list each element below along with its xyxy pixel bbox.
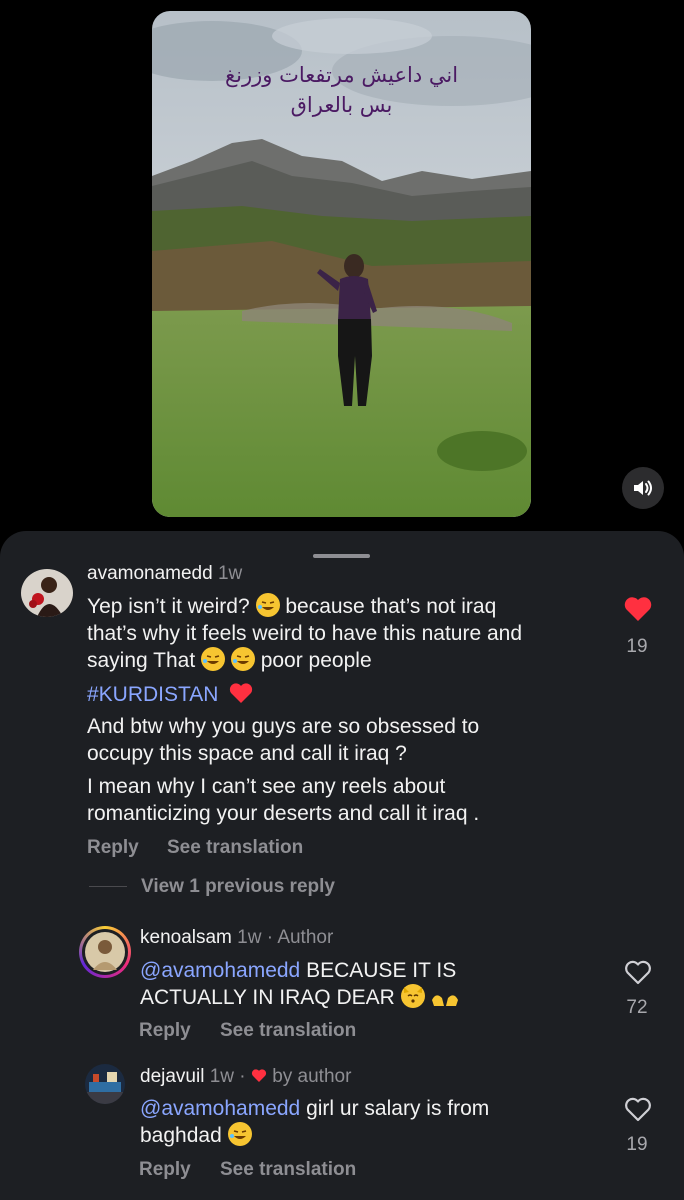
video-caption-line-1: اني داعيش مرتفعات وزرنغ bbox=[224, 63, 459, 87]
comment-username[interactable]: dejavuil 1w · by author bbox=[140, 1066, 351, 1088]
speaker-sound-icon bbox=[634, 480, 652, 496]
comment-time: 1w bbox=[217, 563, 243, 584]
video-caption-line-2: بس بالعراق bbox=[290, 93, 393, 117]
comment-text-line: @avamohamedd girl ur salary is from bbox=[140, 1097, 490, 1120]
reply-button[interactable]: Reply bbox=[139, 1020, 191, 1042]
liked-by-author-tag: by author bbox=[272, 1066, 352, 1087]
heart-outline-icon[interactable] bbox=[623, 1095, 653, 1123]
comment-text-line: saying That poor people bbox=[87, 647, 372, 672]
comment-username[interactable]: avamonamedd 1w bbox=[87, 563, 242, 585]
mention-link[interactable]: @avamohamedd bbox=[140, 1097, 300, 1120]
heart-filled-icon[interactable] bbox=[623, 595, 653, 623]
mute-toggle-button[interactable] bbox=[622, 467, 664, 509]
comment-text-line: occupy this space and call it iraq ? bbox=[87, 742, 407, 765]
red-heart-emoji-icon bbox=[230, 683, 253, 703]
avatar[interactable] bbox=[79, 926, 131, 978]
comments-sheet: avamonamedd 1w Yep isn’t it weird? becau… bbox=[0, 531, 684, 1200]
see-translation-button[interactable]: See translation bbox=[167, 837, 303, 859]
comment-text-line: that’s why it feels weird to have this n… bbox=[87, 622, 523, 645]
like-count: 19 bbox=[626, 636, 648, 657]
reply-button[interactable]: Reply bbox=[87, 837, 139, 859]
comment-text-line: I mean why I can’t see any reels about bbox=[87, 775, 446, 798]
like-count: 19 bbox=[626, 1134, 648, 1155]
comment-time: 1w bbox=[209, 1066, 235, 1087]
reel-video[interactable]: اني داعيش مرتفعات وزرنغ بس بالعراق bbox=[152, 11, 531, 517]
comment-text-line: romanticizing your deserts and call it i… bbox=[87, 802, 480, 825]
reply-button[interactable]: Reply bbox=[139, 1159, 191, 1181]
comment-text-line: @avamohamedd BECAUSE IT IS bbox=[140, 959, 457, 982]
open-hands-emoji-icon bbox=[432, 995, 459, 1006]
kissing-cat-emoji-icon bbox=[400, 984, 425, 1008]
like-count: 72 bbox=[626, 997, 648, 1018]
avatar[interactable] bbox=[85, 1064, 125, 1104]
heart-filled-icon bbox=[251, 1069, 266, 1082]
rofl-emoji-icon bbox=[230, 647, 255, 671]
comment-text-line: Yep isn’t it weird? because that’s not i… bbox=[87, 593, 497, 618]
avatar[interactable] bbox=[21, 569, 73, 617]
see-translation-button[interactable]: See translation bbox=[220, 1020, 356, 1042]
mention-link[interactable]: @avamohamedd bbox=[140, 959, 300, 982]
see-translation-button[interactable]: See translation bbox=[220, 1159, 356, 1181]
comment-text-line: And btw why you guys are so obsessed to bbox=[87, 715, 480, 738]
heart-outline-icon[interactable] bbox=[623, 958, 653, 986]
view-previous-replies-button[interactable]: View 1 previous reply bbox=[141, 876, 335, 898]
sheet-drag-handle[interactable] bbox=[313, 554, 370, 558]
rofl-emoji-icon bbox=[201, 647, 226, 671]
hashtag-link[interactable]: #KURDISTAN bbox=[87, 681, 254, 707]
rofl-emoji-icon bbox=[255, 593, 280, 617]
author-tag: Author bbox=[277, 927, 334, 948]
comment-text-line: ACTUALLY IN IRAQ DEAR bbox=[140, 984, 460, 1011]
comment-time: 1w bbox=[237, 927, 262, 948]
rofl-emoji-icon bbox=[227, 1122, 252, 1146]
comment-username[interactable]: kenoalsam 1w · Author bbox=[140, 927, 333, 949]
comment-text-line: baghdad bbox=[140, 1122, 252, 1149]
reply-thread-line bbox=[89, 886, 127, 887]
